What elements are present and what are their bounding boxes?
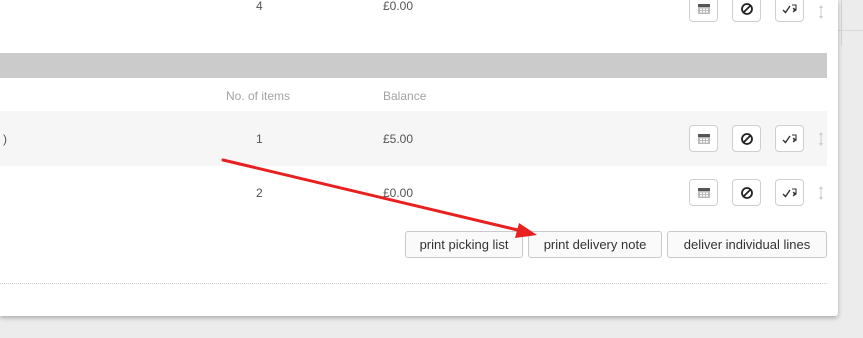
row-1-drag-handle-icon[interactable] [818,131,824,147]
window-edge-rule [838,30,863,31]
calendar-icon [697,187,710,198]
order-panel: 4 £0.00 No. of items Balance ) 1 £5.00 2… [0,0,838,316]
row-2-balance: £0.00 [383,186,414,200]
window-edge [841,0,842,46]
ban-icon [740,2,753,15]
row-2-deliver-button[interactable] [775,179,804,206]
ban-icon [740,132,753,145]
calendar-icon [697,3,710,14]
top-calendar-button[interactable] [689,0,718,22]
row-1-id-fragment: ) [3,132,7,146]
check-delivery-icon [782,133,797,144]
top-cancel-button[interactable] [732,0,761,22]
row-2-drag-handle-icon[interactable] [818,185,824,201]
section-header-bar [0,53,827,78]
top-deliver-button[interactable] [775,0,804,22]
calendar-icon [697,133,710,144]
check-delivery-icon [782,187,797,198]
section-divider [0,283,827,284]
top-row-items: 4 [256,0,263,13]
row-2-calendar-button[interactable] [689,179,718,206]
row-2-cancel-button[interactable] [732,179,761,206]
row-1-items: 1 [256,132,263,146]
top-row-balance: £0.00 [383,0,414,13]
column-header-balance: Balance [383,89,427,103]
row-1-balance: £5.00 [383,132,414,146]
row-1-deliver-button[interactable] [775,125,804,152]
row-1-cancel-button[interactable] [732,125,761,152]
print-picking-list-button[interactable]: print picking list [405,231,523,258]
print-delivery-note-button[interactable]: print delivery note [528,231,662,258]
row-2-items: 2 [256,186,263,200]
ban-icon [740,186,753,199]
deliver-individual-lines-button[interactable]: deliver individual lines [667,231,827,258]
check-delivery-icon [782,3,797,14]
row-1-calendar-button[interactable] [689,125,718,152]
column-header-items: No. of items [226,89,291,103]
top-drag-handle-icon[interactable] [818,4,824,20]
